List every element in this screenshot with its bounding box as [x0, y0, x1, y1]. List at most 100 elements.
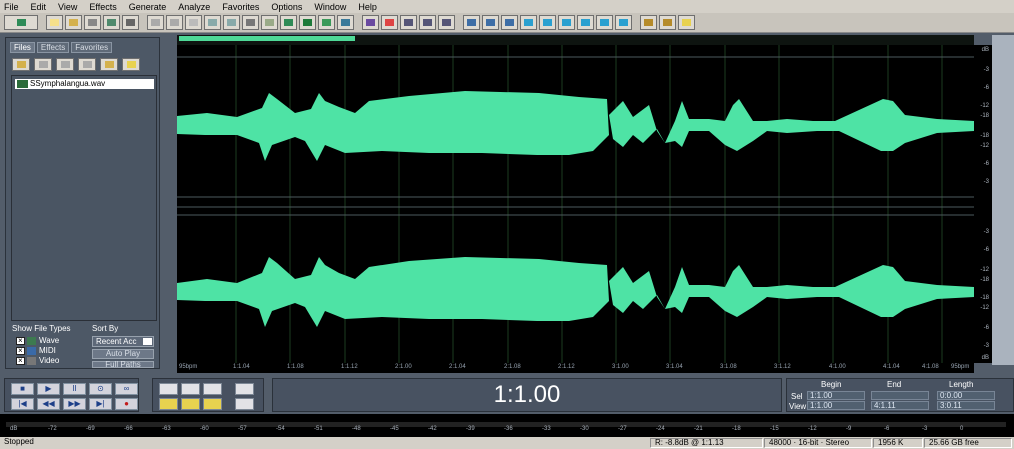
- full-paths-button[interactable]: Full Paths: [92, 361, 154, 369]
- undo-icon[interactable]: [147, 15, 164, 30]
- sel-length-field[interactable]: 0:0.00: [937, 391, 995, 400]
- zoom-in-horizontal-icon[interactable]: [159, 383, 178, 395]
- loop-button[interactable]: ∞: [115, 383, 138, 395]
- stop-button[interactable]: ■: [11, 383, 34, 395]
- view-begin-field[interactable]: 1:1.00: [807, 401, 865, 410]
- trim-icon[interactable]: [318, 15, 335, 30]
- meter-label: dB: [10, 426, 18, 432]
- properties-icon[interactable]: [100, 58, 118, 71]
- record-button[interactable]: ●: [115, 398, 138, 410]
- pause-button[interactable]: II: [63, 383, 86, 395]
- organizer-help-icon[interactable]: [122, 58, 140, 71]
- meter-label: -27: [618, 426, 627, 432]
- repeat-icon[interactable]: [185, 15, 202, 30]
- menu-edit[interactable]: Edit: [31, 2, 47, 12]
- sort-dropdown[interactable]: Recent Acc: [92, 336, 154, 347]
- mixer-icon[interactable]: [419, 15, 436, 30]
- import-icon[interactable]: [34, 58, 52, 71]
- waveform-view-icon[interactable]: [381, 15, 398, 30]
- edit-file-icon[interactable]: [78, 58, 96, 71]
- mix-paste-icon[interactable]: [299, 15, 316, 30]
- meter-label: -9: [846, 426, 852, 432]
- menu-options[interactable]: Options: [271, 2, 302, 12]
- zoom-left-edge-icon[interactable]: [181, 398, 200, 410]
- settings-icon[interactable]: [640, 15, 657, 30]
- cascade-icon[interactable]: [501, 15, 518, 30]
- transport-panel: ■ ▶ II ⊙ ∞ |◀ ◀◀ ▶▶ ▶| ●: [4, 378, 139, 412]
- close-icon[interactable]: [56, 58, 74, 71]
- menu-effects[interactable]: Effects: [89, 2, 116, 12]
- tab-effects[interactable]: Effects: [36, 42, 70, 53]
- tempo-icon[interactable]: [558, 15, 575, 30]
- timeline-ruler[interactable]: 95bpm 1:1.04 1:1.08 1:1.12 2:1.00 2:1.04…: [177, 363, 974, 373]
- sel-begin-field[interactable]: 1:1.00: [807, 391, 865, 400]
- play-to-end-button[interactable]: ⊙: [89, 383, 112, 395]
- view-end-field[interactable]: 4:1.11: [871, 401, 929, 410]
- zoom-selection-icon[interactable]: [159, 398, 178, 410]
- close-file-icon[interactable]: [122, 15, 139, 30]
- copy-icon[interactable]: [204, 15, 221, 30]
- window-icon[interactable]: [463, 15, 480, 30]
- tab-favorites[interactable]: Favorites: [71, 42, 113, 53]
- cue-list-icon[interactable]: [615, 15, 632, 30]
- menu-favorites[interactable]: Favorites: [222, 2, 259, 12]
- right-scrollbar[interactable]: [992, 35, 1014, 365]
- edit-view-toggle-button[interactable]: [4, 15, 38, 30]
- tools-icon[interactable]: [659, 15, 676, 30]
- sel-end-field[interactable]: [871, 391, 929, 400]
- split-window-icon[interactable]: [482, 15, 499, 30]
- zoom-in-vertical-icon[interactable]: [235, 383, 254, 395]
- zoom-right-edge-icon[interactable]: [203, 398, 222, 410]
- meter-label: 0: [960, 426, 964, 432]
- open-file-icon[interactable]: [12, 58, 30, 71]
- db-tick: -3: [983, 67, 989, 73]
- length-header: Length: [949, 380, 974, 389]
- frequency-icon[interactable]: [577, 15, 594, 30]
- file-item[interactable]: SSymphalangua.wav: [15, 79, 154, 89]
- playlist-icon[interactable]: [596, 15, 613, 30]
- paste-new-icon[interactable]: [280, 15, 297, 30]
- go-to-start-button[interactable]: |◀: [11, 398, 34, 410]
- meter-label: -36: [504, 426, 513, 432]
- bar-icon[interactable]: [438, 15, 455, 30]
- menu-window[interactable]: Window: [314, 2, 346, 12]
- view-length-field[interactable]: 3:0.11: [937, 401, 995, 410]
- fast-forward-button[interactable]: ▶▶: [63, 398, 86, 410]
- redo-icon[interactable]: [166, 15, 183, 30]
- video-checkbox[interactable]: [16, 356, 25, 365]
- go-to-end-button[interactable]: ▶|: [89, 398, 112, 410]
- spectral-icon[interactable]: [362, 15, 379, 30]
- open-icon[interactable]: [65, 15, 82, 30]
- zoom-out-full-icon[interactable]: [203, 383, 222, 395]
- markers-icon[interactable]: [539, 15, 556, 30]
- midi-checkbox[interactable]: [16, 346, 25, 355]
- grid-icon[interactable]: [400, 15, 417, 30]
- tab-files[interactable]: Files: [10, 42, 35, 53]
- db-tick: -3: [983, 343, 989, 349]
- menu-analyze[interactable]: Analyze: [178, 2, 210, 12]
- meter-label: -60: [200, 426, 209, 432]
- cut-icon[interactable]: [242, 15, 259, 30]
- play-region-icon[interactable]: [520, 15, 537, 30]
- zoom-in-icon[interactable]: [337, 15, 354, 30]
- copy-new-icon[interactable]: [223, 15, 240, 30]
- zoom-out-vertical-icon[interactable]: [235, 398, 254, 410]
- wave-checkbox[interactable]: [16, 336, 25, 345]
- db-tick: -18: [980, 277, 989, 283]
- paste-icon[interactable]: [261, 15, 278, 30]
- auto-play-button[interactable]: Auto Play: [92, 349, 154, 359]
- menu-view[interactable]: View: [58, 2, 77, 12]
- menu-file[interactable]: File: [4, 2, 19, 12]
- zoom-out-horizontal-icon[interactable]: [181, 383, 200, 395]
- waveform-display[interactable]: [177, 35, 974, 365]
- help-icon[interactable]: [678, 15, 695, 30]
- file-list[interactable]: SSymphalangua.wav: [11, 75, 157, 321]
- save-all-icon[interactable]: [103, 15, 120, 30]
- menu-generate[interactable]: Generate: [129, 2, 167, 12]
- rewind-button[interactable]: ◀◀: [37, 398, 60, 410]
- save-icon[interactable]: [84, 15, 101, 30]
- play-button[interactable]: ▶: [37, 383, 60, 395]
- meter-label: -69: [86, 426, 95, 432]
- new-icon[interactable]: [46, 15, 63, 30]
- menu-help[interactable]: Help: [358, 2, 377, 12]
